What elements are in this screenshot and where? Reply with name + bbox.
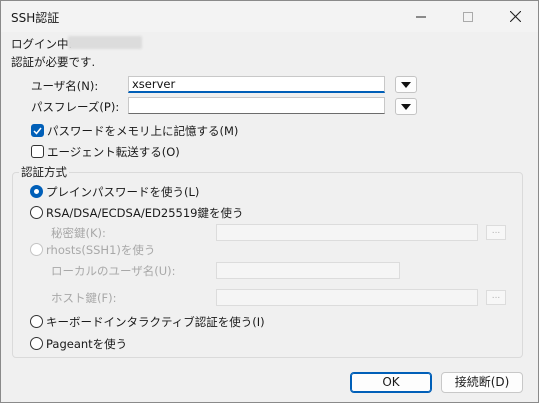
chevron-down-icon xyxy=(401,81,411,88)
radio-pageant[interactable] xyxy=(30,337,43,350)
radio-rsa-key-label: RSA/DSA/ECDSA/ED25519鍵を使う xyxy=(46,206,244,220)
title-bar: SSH認証 xyxy=(1,1,538,32)
host-key-input[interactable] xyxy=(216,289,478,306)
maximize-icon xyxy=(463,11,473,22)
radio-keyboard-interactive[interactable] xyxy=(30,315,43,328)
passphrase-dropdown-button[interactable] xyxy=(395,98,417,115)
radio-plain-password-label: プレインパスワードを使う(L) xyxy=(46,185,200,199)
maximize-button[interactable] xyxy=(445,1,491,32)
minimize-button[interactable] xyxy=(398,1,444,32)
radio-plain-password[interactable] xyxy=(30,185,43,198)
host-key-browse-button[interactable]: ... xyxy=(486,290,506,305)
passphrase-input[interactable] xyxy=(128,97,385,114)
redacted-hostname xyxy=(68,36,142,49)
private-key-label: 秘密鍵(K): xyxy=(51,226,106,240)
local-user-label: ローカルのユーザ名(U): xyxy=(51,264,176,278)
private-key-browse-button[interactable]: ... xyxy=(486,225,506,240)
host-key-label: ホスト鍵(F): xyxy=(51,291,117,305)
radio-rhosts[interactable] xyxy=(30,243,43,256)
window-title: SSH認証 xyxy=(11,11,60,25)
remember-password-checkbox[interactable] xyxy=(31,124,44,137)
close-button[interactable] xyxy=(492,1,538,32)
close-icon xyxy=(509,11,521,22)
radio-keyboard-interactive-label: キーボードインタラクティブ認証を使う(I) xyxy=(46,315,265,329)
checkmark-icon xyxy=(33,127,42,135)
username-dropdown-button[interactable] xyxy=(395,76,417,93)
auth-method-group-label: 認証方式 xyxy=(19,164,69,180)
username-input[interactable]: xserver xyxy=(128,76,385,93)
remember-password-label: パスワードをメモリ上に記憶する(M) xyxy=(47,124,239,138)
username-label: ユーザ名(N): xyxy=(31,79,99,93)
auth-required-text: 認証が必要です. xyxy=(11,55,96,69)
chevron-down-icon xyxy=(401,103,411,110)
minimize-icon xyxy=(416,16,426,17)
radio-rsa-key[interactable] xyxy=(30,206,43,219)
agent-forward-label: エージェント転送する(O) xyxy=(47,145,180,159)
local-user-input[interactable] xyxy=(216,262,400,279)
private-key-input[interactable] xyxy=(216,224,478,241)
radio-pageant-label: Pageantを使う xyxy=(46,337,128,351)
passphrase-label: パスフレーズ(P): xyxy=(31,100,120,114)
disconnect-button[interactable]: 接続断(D) xyxy=(441,372,523,393)
agent-forward-checkbox[interactable] xyxy=(31,145,44,158)
login-label: ログイン中: xyxy=(11,37,73,51)
ok-button[interactable]: OK xyxy=(350,372,432,393)
radio-rhosts-label: rhosts(SSH1)を使う xyxy=(46,243,156,257)
